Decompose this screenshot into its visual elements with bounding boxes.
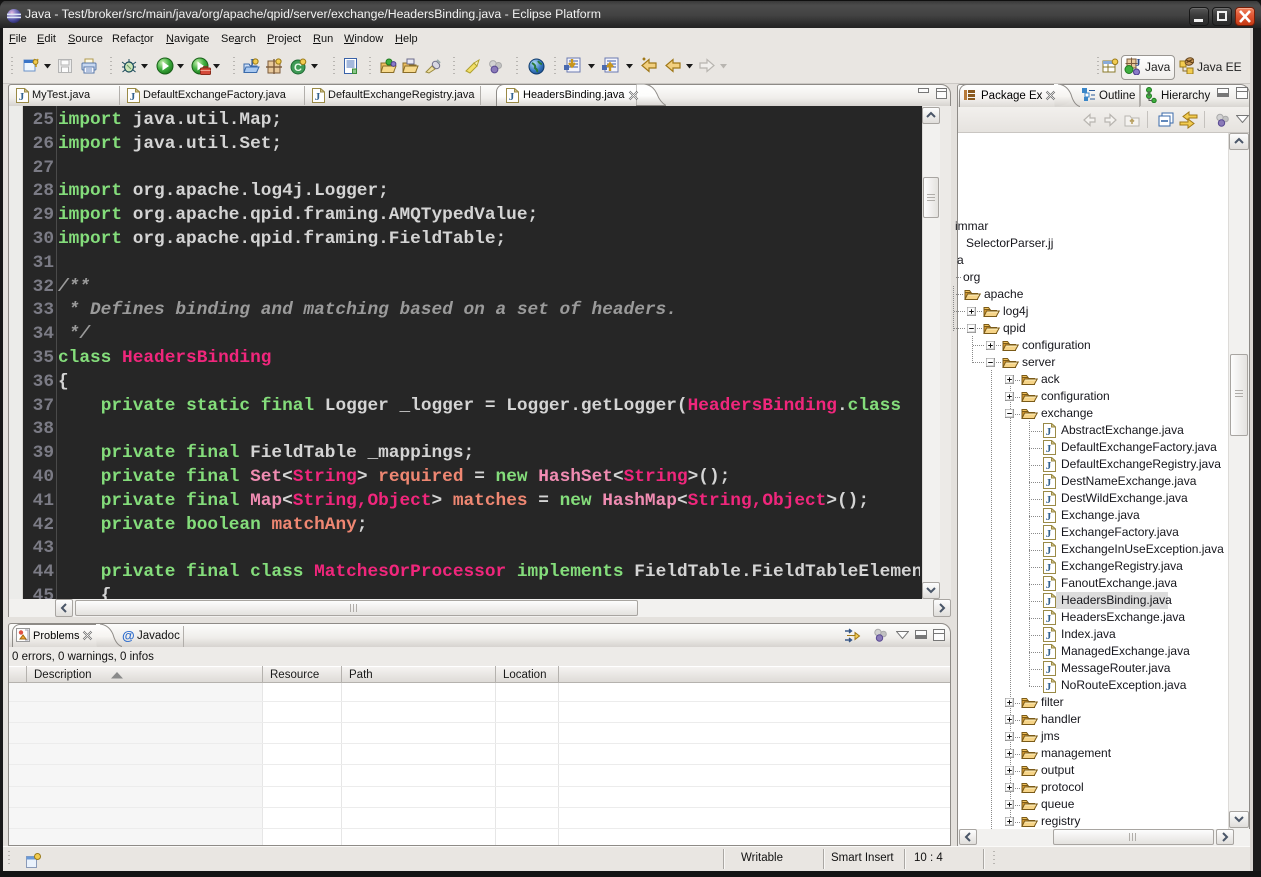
svg-text:J: J [1046,596,1052,608]
svg-text:J: J [509,91,515,103]
svg-text:J: J [1046,545,1052,557]
svg-text:J: J [1046,477,1052,489]
svg-text:J: J [1135,57,1141,69]
svg-text:J: J [1046,664,1052,676]
svg-text:J: J [1046,528,1052,540]
svg-text:J: J [1046,460,1052,472]
svg-text:J: J [1046,494,1052,506]
svg-text:J: J [1046,613,1052,625]
svg-text:J: J [1046,579,1052,591]
svg-text:J: J [1046,681,1052,693]
svg-text:J: J [1046,630,1052,642]
svg-text:J: J [1046,443,1052,455]
svg-text:J: J [1046,426,1052,438]
svg-text:J: J [315,91,321,103]
svg-text:J: J [1046,562,1052,574]
svg-text:J: J [1046,647,1052,659]
svg-text:J: J [130,91,136,103]
svg-text:J: J [1046,511,1052,523]
svg-text:J: J [19,91,25,103]
